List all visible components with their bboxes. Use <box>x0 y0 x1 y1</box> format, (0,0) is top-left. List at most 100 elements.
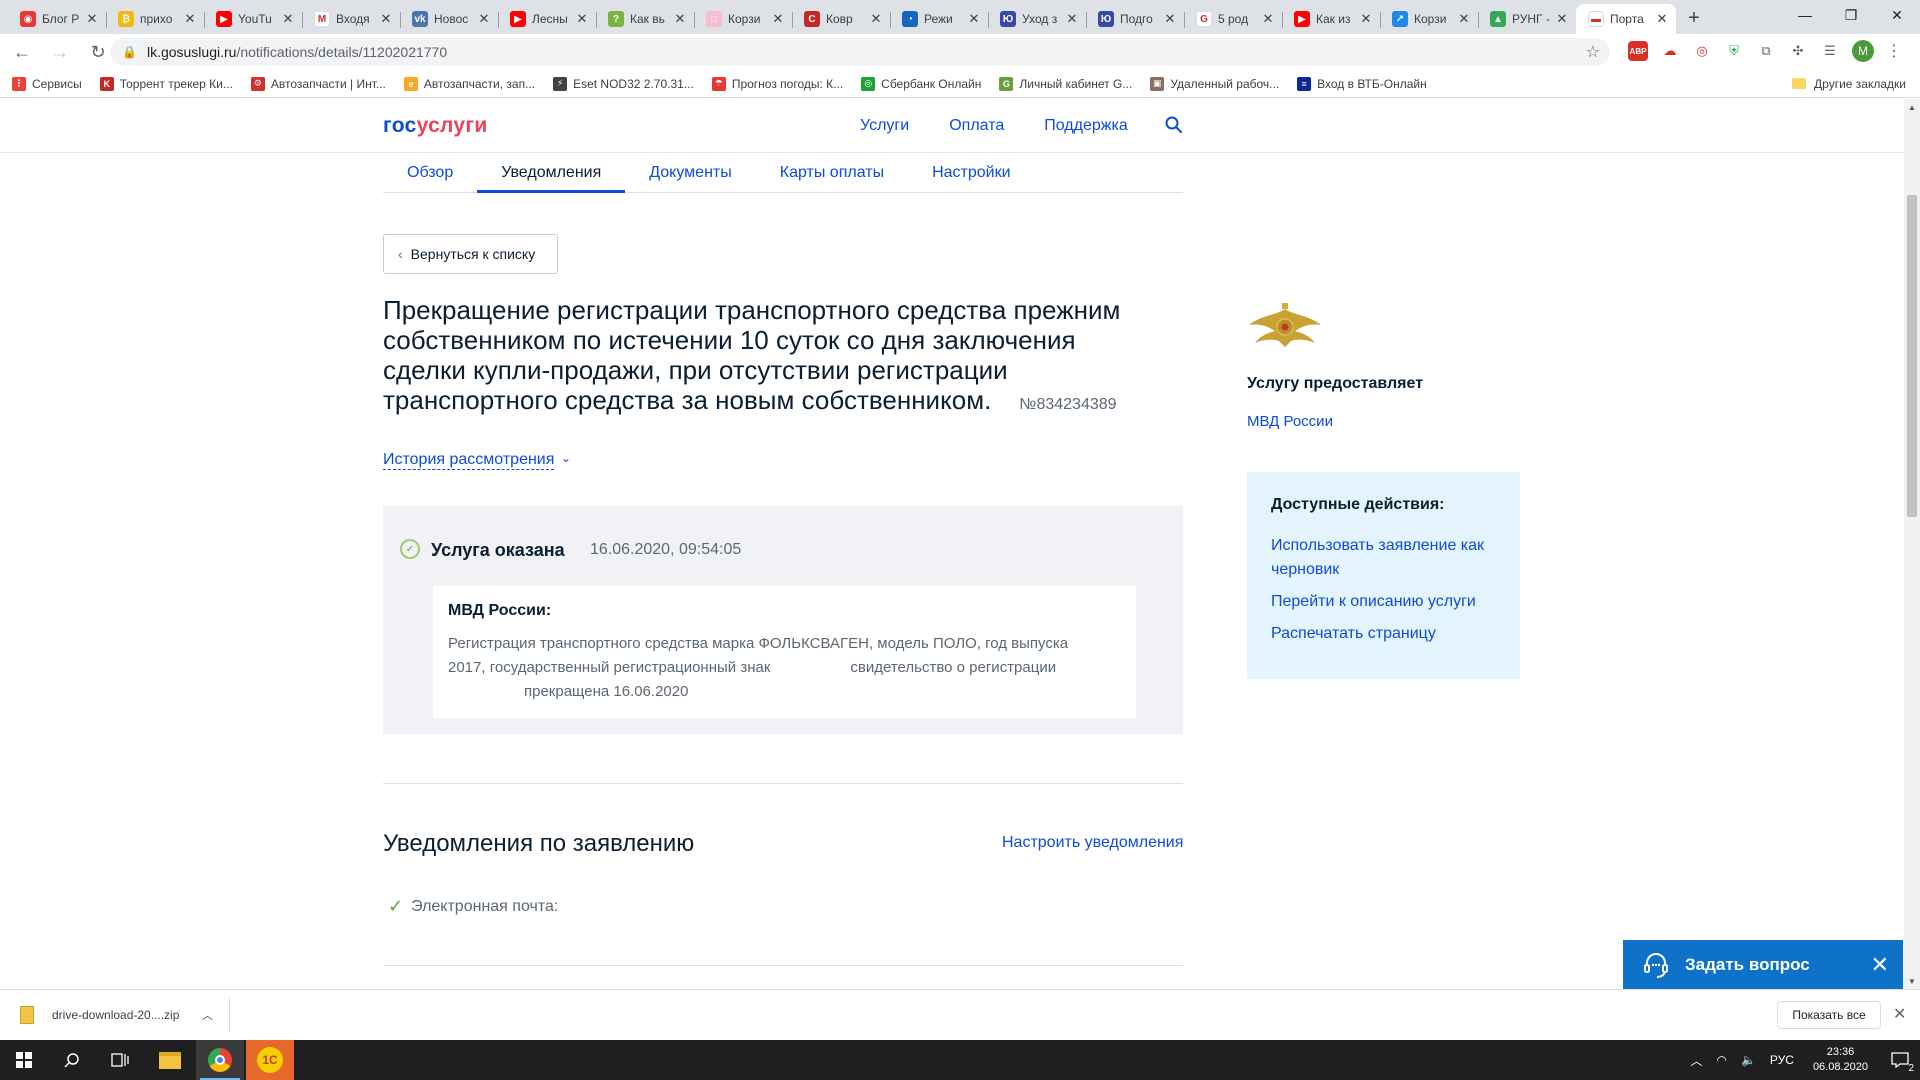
bookmark-item[interactable]: ⚡ Eset NOD32 2.70.31... <box>553 76 694 91</box>
chrome-taskbar-icon[interactable] <box>196 1040 244 1080</box>
browser-tab[interactable]: Ю Уход з ✕ <box>988 4 1086 34</box>
browser-tab[interactable]: □ Корзи ✕ <box>694 4 792 34</box>
tab-close-icon[interactable]: ✕ <box>672 11 688 27</box>
bookmark-item[interactable]: ⚙ Автозапчасти | Инт... <box>250 76 386 91</box>
bookmark-item[interactable]: K Торрент трекер Ки... <box>99 76 233 91</box>
configure-notifications-link[interactable]: Настроить уведомления <box>1002 834 1183 852</box>
tab-close-icon[interactable]: ✕ <box>966 11 982 27</box>
tab-close-icon[interactable]: ✕ <box>1064 11 1080 27</box>
page-scrollbar[interactable]: ▲ ▼ <box>1904 99 1920 989</box>
tab-close-icon[interactable]: ✕ <box>182 11 198 27</box>
volume-icon[interactable]: 🔈 <box>1741 1053 1756 1067</box>
browser-tab[interactable]: ▶ Лесны ✕ <box>498 4 596 34</box>
browser-tab[interactable]: ₿ прихо ✕ <box>106 4 204 34</box>
bookmark-item[interactable]: e Автозапчасти, зап... <box>403 76 535 91</box>
bookmark-item[interactable]: ◎ Сбербанк Онлайн <box>861 76 981 91</box>
tab-close-icon[interactable]: ✕ <box>280 11 296 27</box>
action-print-page[interactable]: Распечатать страницу <box>1271 622 1496 646</box>
chevron-up-icon[interactable]: ︿ <box>202 1007 213 1023</box>
nav-services[interactable]: Услуги <box>860 117 909 135</box>
browser-tab-active[interactable]: ▬ Порта ✕ <box>1576 4 1676 34</box>
taskbar-search-icon[interactable] <box>48 1040 96 1080</box>
tab-notifications[interactable]: Уведомления <box>477 154 626 193</box>
shield-extension-icon[interactable]: ⛨ <box>1724 41 1744 61</box>
media-icon[interactable]: ☰ <box>1820 41 1840 61</box>
save-extension-icon[interactable]: ◎ <box>1692 41 1712 61</box>
browser-tab[interactable]: vk Новос ✕ <box>400 4 498 34</box>
search-icon[interactable] <box>1164 115 1184 135</box>
profile-avatar[interactable]: M <box>1852 40 1874 62</box>
browser-tab[interactable]: C Ковр ✕ <box>792 4 890 34</box>
task-view-icon[interactable] <box>96 1040 144 1080</box>
action-use-as-draft[interactable]: Использовать заявление как черновик <box>1271 534 1496 582</box>
tab-close-icon[interactable]: ✕ <box>1654 11 1670 27</box>
bookmark-item[interactable]: ▣ Удаленный рабоч... <box>1150 76 1279 91</box>
tab-close-icon[interactable]: ✕ <box>1260 11 1276 27</box>
forward-arrow-icon[interactable]: → <box>44 36 76 68</box>
browser-tab[interactable]: ▶ YouTu ✕ <box>204 4 302 34</box>
cloud-extension-icon[interactable]: ☁ <box>1660 41 1680 61</box>
ask-question-widget[interactable]: Задать вопрос ✕ <box>1623 940 1903 989</box>
tab-payment-cards[interactable]: Карты оплаты <box>756 154 908 192</box>
close-window-icon[interactable]: ✕ <box>1874 0 1920 30</box>
windows-start-icon[interactable] <box>0 1040 48 1080</box>
scroll-down-icon[interactable]: ▼ <box>1904 973 1920 989</box>
close-icon[interactable]: ✕ <box>1871 952 1889 978</box>
minimize-icon[interactable]: — <box>1782 0 1828 30</box>
gosuslugi-logo[interactable]: госуслуги <box>383 114 488 138</box>
tab-documents[interactable]: Документы <box>625 154 755 192</box>
tab-close-icon[interactable]: ✕ <box>378 11 394 27</box>
adblock-extension-icon[interactable]: ABP <box>1628 41 1648 61</box>
tab-close-icon[interactable]: ✕ <box>770 11 786 27</box>
action-service-description[interactable]: Перейти к описанию услуги <box>1271 590 1496 614</box>
clock[interactable]: 23:36 06.08.2020 <box>1813 1045 1868 1075</box>
download-item[interactable]: drive-download-20....zip ︿ <box>16 998 230 1032</box>
browser-tab[interactable]: ▶ Как из ✕ <box>1282 4 1380 34</box>
provider-link[interactable]: МВД России <box>1247 413 1333 430</box>
browser-tab[interactable]: ↗ Корзи ✕ <box>1380 4 1478 34</box>
maximize-icon[interactable]: ❐ <box>1828 0 1874 30</box>
puzzle-icon[interactable]: ✣ <box>1788 41 1808 61</box>
bookmark-star-icon[interactable]: ☆ <box>1586 42 1600 62</box>
history-toggle[interactable]: История рассмотрения <box>383 451 555 470</box>
action-center-icon[interactable]: 2 <box>1880 1040 1920 1080</box>
tab-close-icon[interactable]: ✕ <box>574 11 590 27</box>
browser-tab[interactable]: Ю Подго ✕ <box>1086 4 1184 34</box>
bookmark-item[interactable]: G Личный кабинет G... <box>999 76 1132 91</box>
tab-close-icon[interactable]: ✕ <box>84 11 100 27</box>
browser-tab[interactable]: ? Как вь ✕ <box>596 4 694 34</box>
scroll-up-icon[interactable]: ▲ <box>1904 99 1920 115</box>
scroll-thumb[interactable] <box>1907 195 1917 517</box>
bookmark-item[interactable]: ☂ Прогноз погоды: К... <box>711 76 843 91</box>
tab-overview[interactable]: Обзор <box>383 154 477 192</box>
browser-tab[interactable]: ◔ Режи ✕ <box>890 4 988 34</box>
tray-chevron-up-icon[interactable]: ︿ <box>1690 1052 1702 1069</box>
tab-close-icon[interactable]: ✕ <box>476 11 492 27</box>
tab-close-icon[interactable]: ✕ <box>1456 11 1472 27</box>
bookmark-item[interactable]: ≡ Вход в ВТБ-Онлайн <box>1297 76 1427 91</box>
address-bar[interactable]: 🔒 lk.gosuslugi.ru/notifications/details/… <box>110 38 1610 66</box>
tab-close-icon[interactable]: ✕ <box>1162 11 1178 27</box>
bookmark-item[interactable]: ⋮ Сервисы <box>12 76 82 91</box>
browser-tab[interactable]: G 5 род ✕ <box>1184 4 1282 34</box>
browser-tab[interactable]: ▲ РУНГ - ✕ <box>1478 4 1576 34</box>
browser-tab[interactable]: ◉ Блог Р ✕ <box>8 4 106 34</box>
chevron-down-icon[interactable]: ⌄ <box>561 451 571 465</box>
close-shelf-icon[interactable]: ✕ <box>1893 1004 1906 1024</box>
new-tab-button[interactable]: + <box>1680 4 1708 32</box>
show-all-downloads-button[interactable]: Показать все <box>1777 1001 1881 1029</box>
menu-kebab-icon[interactable]: ⋮ <box>1886 41 1902 61</box>
other-bookmarks[interactable]: Другие закладки <box>1792 77 1906 91</box>
input-language[interactable]: РУС <box>1770 1053 1794 1067</box>
file-explorer-icon[interactable] <box>146 1040 194 1080</box>
tab-close-icon[interactable]: ✕ <box>1358 11 1374 27</box>
tab-close-icon[interactable]: ✕ <box>1554 11 1570 27</box>
nav-support[interactable]: Поддержка <box>1044 117 1127 135</box>
wifi-icon[interactable]: ◠ <box>1716 1053 1726 1067</box>
tab-settings[interactable]: Настройки <box>908 154 1034 192</box>
translate-extension-icon[interactable]: ⧉ <box>1756 41 1776 61</box>
nav-payment[interactable]: Оплата <box>949 117 1004 135</box>
tab-close-icon[interactable]: ✕ <box>868 11 884 27</box>
back-to-list-button[interactable]: ‹ Вернуться к списку <box>383 234 558 274</box>
browser-tab[interactable]: M Входя ✕ <box>302 4 400 34</box>
